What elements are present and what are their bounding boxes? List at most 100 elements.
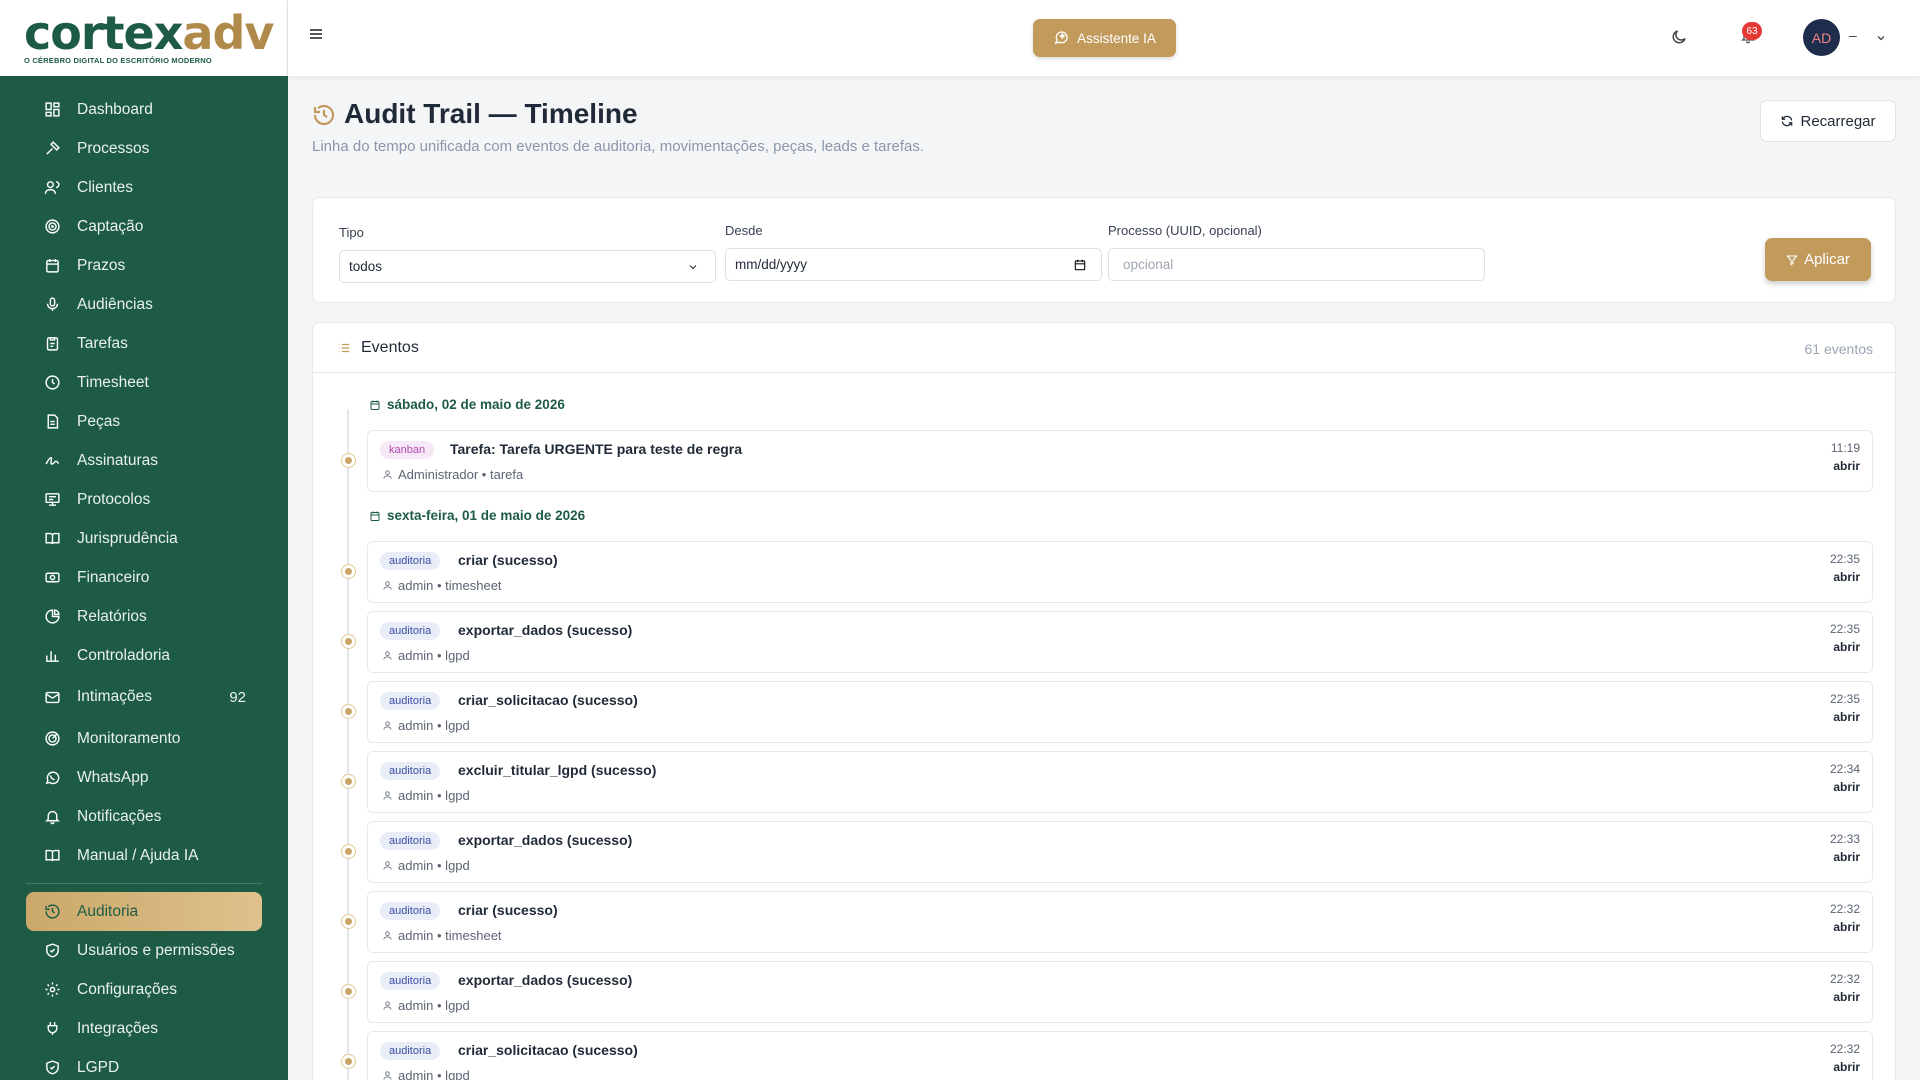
event-title: criar_solicitacao (sucesso)	[458, 1042, 638, 1058]
book-icon	[43, 530, 61, 548]
sidebar-item-label: Dashboard	[77, 100, 153, 118]
sidebar-item-lgpd[interactable]: LGPD	[26, 1048, 262, 1080]
event-open-link[interactable]: abrir	[1833, 1060, 1860, 1074]
brand-name: cortexadv	[24, 5, 274, 60]
sidebar-item-timesheet[interactable]: Timesheet	[26, 363, 262, 402]
sidebar-item-captacao[interactable]: Captação	[26, 207, 262, 246]
timeline-dot	[342, 915, 355, 928]
timeline-dot	[342, 985, 355, 998]
sidebar-item-label: Notificações	[77, 807, 162, 825]
timeline-event-card[interactable]: auditoria exportar_dados (sucesso) admin •…	[367, 611, 1873, 673]
event-open-link[interactable]: abrir	[1833, 990, 1860, 1004]
timeline-event-card[interactable]: auditoria criar_solicitacao (sucesso) admi…	[367, 681, 1873, 743]
sidebar-item-label: Relatórios	[77, 607, 147, 625]
sidebar-item-whatsapp[interactable]: WhatsApp	[26, 758, 262, 797]
sidebar-item-integracoes[interactable]: Integrações	[26, 1009, 262, 1048]
event-open-link[interactable]: abrir	[1833, 920, 1860, 934]
user-icon	[383, 721, 392, 730]
event-title: exportar_dados (sucesso)	[458, 832, 633, 848]
history-icon	[312, 102, 336, 126]
event-meta: admin • lgpd	[382, 858, 470, 873]
sidebar-item-usuarios-e-permissoes[interactable]: Usuários e permissões	[26, 931, 262, 970]
sidebar-item-label: Configurações	[77, 980, 177, 998]
brand-logo[interactable]: cortexadv O CÉREBRO DIGITAL DO ESCRITÓRI…	[0, 0, 288, 76]
event-time: 22:35	[1829, 692, 1860, 706]
timeline-event-card[interactable]: auditoria exportar_dados (sucesso) admin •…	[367, 821, 1873, 883]
event-title: exportar_dados (sucesso)	[458, 972, 633, 988]
timeline-event-card[interactable]: auditoria excluir_titular_lgpd (sucesso) a…	[367, 751, 1873, 813]
timeline-day-header: sábado, 02 de maio de 2026	[369, 397, 565, 412]
event-type-badge: kanban	[380, 441, 435, 459]
sidebar-item-processos[interactable]: Processos	[26, 129, 262, 168]
event-open-link[interactable]: abrir	[1833, 710, 1860, 724]
sidebar-item-controladoria[interactable]: Controladoria	[26, 636, 262, 675]
user-menu-chevron-icon[interactable]	[1875, 31, 1887, 43]
sidebar-item-clientes[interactable]: Clientes	[26, 168, 262, 207]
event-open-link[interactable]: abrir	[1833, 780, 1860, 794]
processo-uuid-input[interactable]: opcional	[1108, 248, 1485, 281]
sidebar-item-jurisprudencia[interactable]: Jurisprudência	[26, 519, 262, 558]
event-type-badge: auditoria	[380, 1042, 441, 1060]
dark-mode-toggle-icon[interactable]	[1670, 28, 1688, 46]
sidebar-item-assinaturas[interactable]: Assinaturas	[26, 441, 262, 480]
reload-button[interactable]: Recarregar	[1760, 100, 1896, 142]
sidebar-item-financeiro[interactable]: Financeiro	[26, 558, 262, 597]
page-subtitle: Linha do tempo unificada com eventos de …	[312, 138, 925, 155]
page-title: Audit Trail — Timeline	[312, 98, 638, 130]
sidebar-item-protocolos[interactable]: Protocolos	[26, 480, 262, 519]
user-icon	[383, 861, 392, 870]
timeline-day-header: sexta-feira, 01 de maio de 2026	[369, 508, 585, 523]
sidebar-item-dashboard[interactable]: Dashboard	[26, 90, 262, 129]
apply-filters-button[interactable]: Aplicar	[1765, 238, 1871, 281]
event-type-badge: auditoria	[380, 622, 441, 640]
timeline-dot	[342, 1055, 355, 1068]
sidebar-item-pecas[interactable]: Peças	[26, 402, 262, 441]
event-open-link[interactable]: abrir	[1833, 640, 1860, 654]
timeline-dot	[342, 775, 355, 788]
sidebar-item-tarefas[interactable]: Tarefas	[26, 324, 262, 363]
list-icon	[338, 343, 350, 353]
menu-toggle-icon[interactable]	[310, 29, 322, 39]
sidebar-item-manual-ajuda-ia[interactable]: Manual / Ajuda IA	[26, 836, 262, 875]
calendar-icon	[370, 400, 380, 410]
sidebar-item-label: Timesheet	[77, 373, 149, 391]
user-avatar[interactable]: AD	[1803, 19, 1840, 56]
user-icon	[383, 581, 392, 590]
ai-assistant-button[interactable]: Assistente IA	[1033, 19, 1176, 57]
sidebar-item-monitoramento[interactable]: Monitoramento	[26, 719, 262, 758]
bar-chart-icon	[43, 647, 61, 665]
desde-date-input[interactable]: mm/dd/yyyy	[725, 248, 1102, 281]
sidebar-item-label: Financeiro	[77, 568, 150, 586]
plug-icon	[43, 1020, 61, 1038]
event-type-badge: auditoria	[380, 902, 441, 920]
event-open-link[interactable]: abrir	[1833, 850, 1860, 864]
sidebar-item-label: Peças	[77, 412, 121, 430]
timeline-event-card[interactable]: auditoria criar (sucesso) admin • timeshee…	[367, 891, 1873, 953]
bell-icon	[43, 808, 61, 826]
user-name[interactable]: –	[1849, 27, 1857, 43]
event-open-link[interactable]: abrir	[1833, 459, 1860, 473]
sidebar-item-audiencias[interactable]: Audiências	[26, 285, 262, 324]
sidebar-item-relatorios[interactable]: Relatórios	[26, 597, 262, 636]
sidebar-item-configuracoes[interactable]: Configurações	[26, 970, 262, 1009]
sidebar-item-intimacoes[interactable]: Intimações 92	[26, 675, 262, 719]
timeline-dot	[342, 635, 355, 648]
calendar-icon[interactable]	[1073, 258, 1087, 272]
event-time: 11:19	[1830, 441, 1860, 455]
filter-icon	[1786, 254, 1798, 265]
sidebar-item-auditoria[interactable]: Auditoria	[26, 892, 262, 931]
sidebar-item-notificacoes[interactable]: Notificações	[26, 797, 262, 836]
tipo-select[interactable]: todos	[339, 250, 716, 283]
gavel-icon	[43, 140, 61, 158]
sidebar-item-label: Audiências	[77, 295, 153, 313]
event-open-link[interactable]: abrir	[1833, 570, 1860, 584]
gear-icon	[43, 981, 61, 999]
timeline-line	[347, 409, 349, 1080]
timeline-event-card[interactable]: auditoria exportar_dados (sucesso) admin •…	[367, 961, 1873, 1023]
event-title: criar_solicitacao (sucesso)	[458, 692, 638, 708]
timeline-event-card[interactable]: auditoria criar_solicitacao (sucesso) admi…	[367, 1031, 1873, 1080]
timeline-event-card[interactable]: kanban Tarefa: Tarefa URGENTE para teste …	[367, 430, 1873, 492]
sidebar-item-prazos[interactable]: Prazos	[26, 246, 262, 285]
sidebar-item-label: Controladoria	[77, 646, 171, 664]
timeline-event-card[interactable]: auditoria criar (sucesso) admin • timeshee…	[367, 541, 1873, 603]
